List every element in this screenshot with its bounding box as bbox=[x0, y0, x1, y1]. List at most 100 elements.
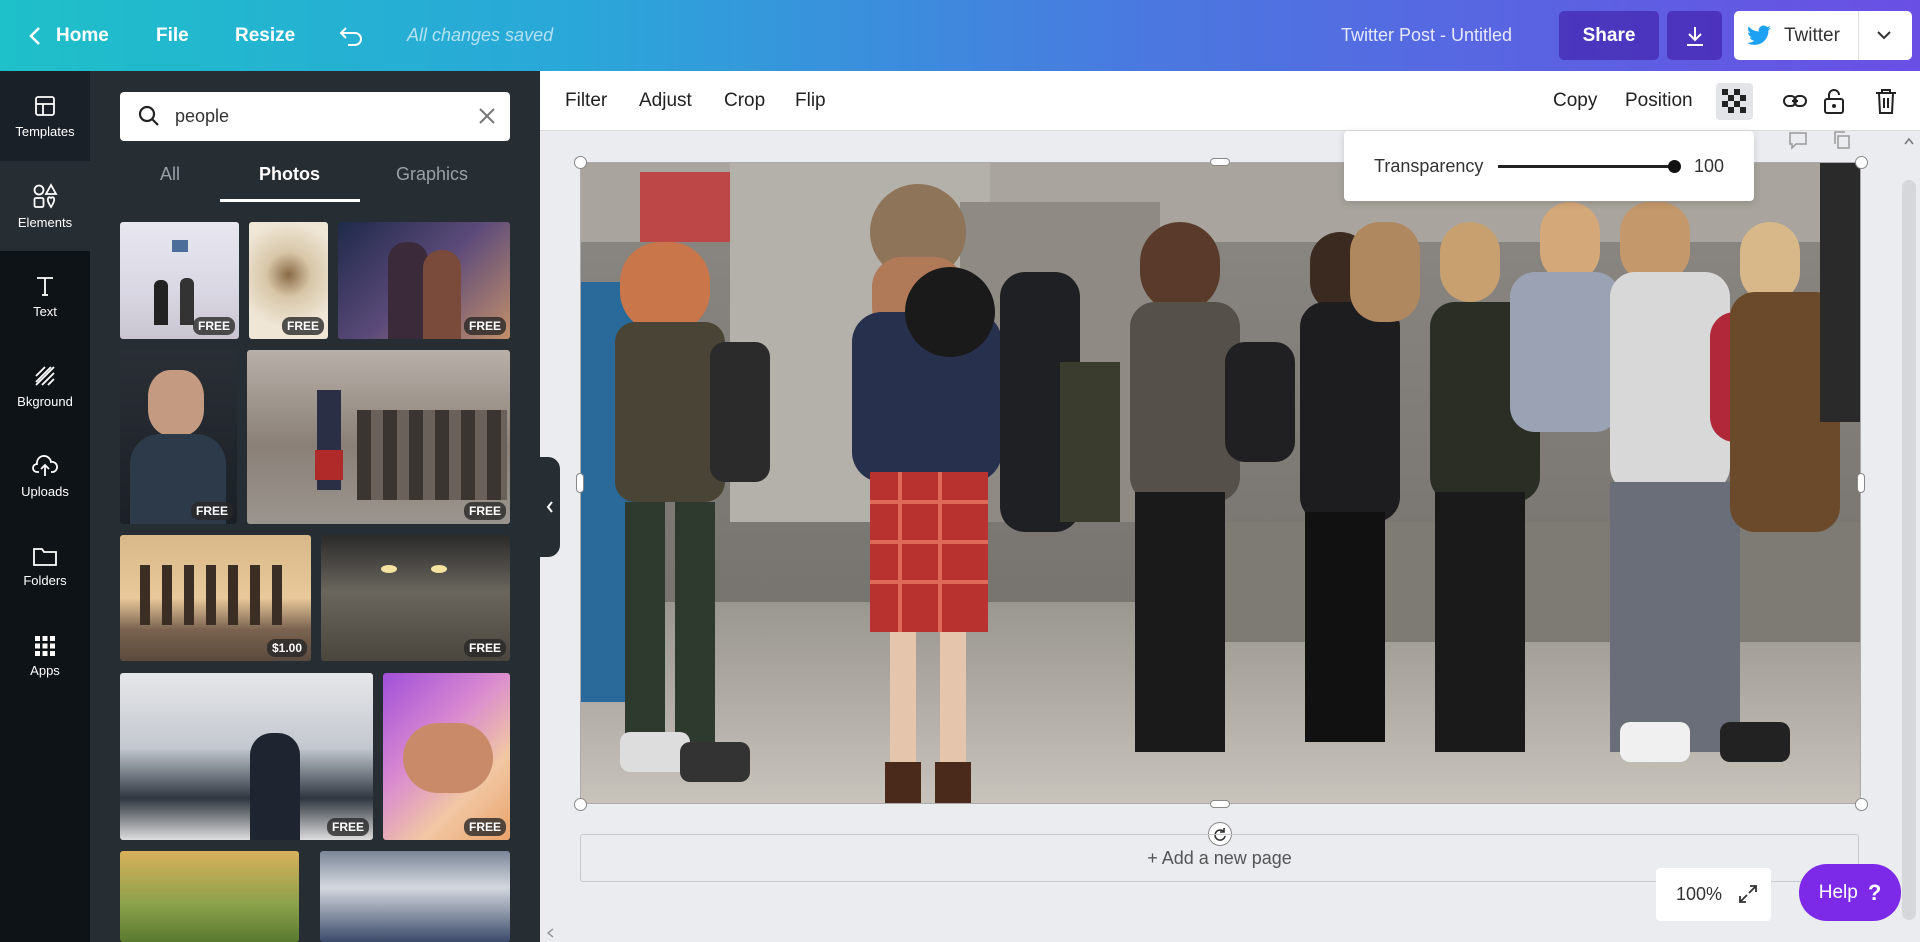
resize-handle-tr[interactable] bbox=[1855, 156, 1868, 169]
download-icon bbox=[1686, 26, 1703, 46]
file-menu[interactable]: File bbox=[156, 0, 189, 71]
duplicate-page-icon[interactable] bbox=[1832, 130, 1852, 150]
top-bar: Home File Resize All changes saved Twitt… bbox=[0, 0, 1920, 71]
price-badge: FREE bbox=[463, 317, 506, 335]
scroll-up-arrow-icon[interactable] bbox=[1904, 137, 1914, 145]
kilt-shape bbox=[315, 450, 343, 480]
copy-button[interactable]: Copy bbox=[1553, 71, 1597, 131]
home-button[interactable]: Home bbox=[28, 0, 109, 71]
help-button[interactable]: Help ? bbox=[1799, 864, 1901, 921]
person-silhouette bbox=[423, 250, 461, 339]
home-label: Home bbox=[56, 24, 109, 46]
photo-thumbnail[interactable]: FREE bbox=[321, 535, 510, 661]
resize-handle-top[interactable] bbox=[1210, 158, 1230, 166]
tab-photos[interactable]: Photos bbox=[259, 164, 320, 185]
person-silhouette bbox=[180, 278, 194, 325]
filter-button[interactable]: Filter bbox=[565, 71, 607, 131]
photo-thumbnail[interactable]: FREE bbox=[383, 673, 510, 840]
transparency-slider-handle[interactable] bbox=[1668, 160, 1681, 173]
apps-icon bbox=[35, 635, 55, 656]
nav-folders[interactable]: Folders bbox=[0, 521, 90, 611]
price-badge: $1.00 bbox=[266, 639, 307, 657]
search-input[interactable]: people bbox=[175, 106, 229, 127]
photo-thumbnail[interactable]: FREE bbox=[338, 222, 510, 339]
elements-icon bbox=[33, 182, 58, 209]
image-toolbar: Filter Adjust Crop Flip Copy Position bbox=[540, 71, 1920, 131]
folder-icon bbox=[33, 547, 57, 566]
download-button[interactable] bbox=[1667, 11, 1722, 60]
clear-search-icon[interactable] bbox=[477, 106, 497, 126]
fullscreen-icon[interactable] bbox=[1737, 883, 1759, 905]
upload-icon bbox=[32, 454, 58, 476]
help-question-icon: ? bbox=[1867, 879, 1882, 905]
nav-uploads[interactable]: Uploads bbox=[0, 431, 90, 521]
nav-elements-label: Elements bbox=[17, 214, 73, 230]
resize-handle-tl[interactable] bbox=[574, 156, 587, 169]
window-shape bbox=[172, 240, 188, 252]
tab-all[interactable]: All bbox=[160, 164, 180, 185]
flip-button[interactable]: Flip bbox=[795, 71, 826, 131]
person-silhouette bbox=[154, 280, 168, 325]
price-badge: FREE bbox=[190, 502, 233, 520]
undo-button[interactable] bbox=[338, 0, 364, 71]
light-spot bbox=[381, 565, 397, 573]
tab-graphics[interactable]: Graphics bbox=[396, 164, 468, 185]
face-shape bbox=[148, 370, 204, 436]
transparency-button[interactable] bbox=[1716, 83, 1753, 120]
chevron-left-icon bbox=[29, 26, 40, 45]
price-badge: FREE bbox=[326, 818, 369, 836]
nav-templates[interactable]: Templates bbox=[0, 71, 90, 161]
resize-handle-br[interactable] bbox=[1855, 798, 1868, 811]
photo-thumbnail[interactable]: FREE bbox=[247, 350, 510, 524]
photo-thumbnail[interactable]: $1.00 bbox=[120, 535, 311, 661]
collapse-panel-button[interactable] bbox=[540, 457, 560, 557]
share-button[interactable]: Share bbox=[1559, 11, 1659, 60]
resize-handle-left[interactable] bbox=[576, 473, 584, 493]
resize-handle-right[interactable] bbox=[1857, 473, 1865, 493]
price-badge: FREE bbox=[281, 317, 324, 335]
photo-thumbnail[interactable] bbox=[320, 851, 510, 942]
price-badge: FREE bbox=[192, 317, 235, 335]
position-button[interactable]: Position bbox=[1625, 71, 1693, 131]
templates-icon bbox=[35, 95, 55, 116]
link-icon[interactable] bbox=[1782, 88, 1808, 114]
transparency-value: 100 bbox=[1694, 156, 1725, 176]
comment-icon[interactable] bbox=[1788, 130, 1808, 150]
photo-thumbnail[interactable]: FREE bbox=[120, 222, 239, 339]
transparency-icon bbox=[1722, 89, 1746, 113]
price-badge: FREE bbox=[463, 502, 506, 520]
price-badge: FREE bbox=[463, 818, 506, 836]
resize-button[interactable]: Resize bbox=[235, 0, 295, 71]
nav-background-label: Bkground bbox=[17, 393, 73, 409]
document-title[interactable]: Twitter Post - Untitled bbox=[1341, 0, 1512, 71]
elements-panel: people All Photos Graphics FREE FREE FRE… bbox=[90, 71, 540, 942]
lock-icon[interactable] bbox=[1822, 87, 1846, 115]
zoom-control[interactable]: 100% bbox=[1656, 868, 1771, 921]
resize-handle-bottom[interactable] bbox=[1210, 800, 1230, 808]
nav-apps[interactable]: Apps bbox=[0, 611, 90, 701]
transparency-popover: Transparency 100 bbox=[1344, 131, 1754, 201]
adjust-button[interactable]: Adjust bbox=[639, 71, 692, 131]
vertical-scrollbar[interactable] bbox=[1902, 180, 1916, 920]
resize-handle-bl[interactable] bbox=[574, 798, 587, 811]
photo-thumbnail[interactable]: FREE bbox=[249, 222, 328, 339]
jumping-people bbox=[140, 565, 290, 625]
crop-button[interactable]: Crop bbox=[724, 71, 765, 131]
search-box[interactable]: people bbox=[120, 92, 510, 141]
photo-thumbnail[interactable]: FREE bbox=[120, 673, 373, 840]
transparency-label: Transparency bbox=[1374, 156, 1484, 176]
crowd-shape bbox=[357, 410, 507, 500]
person-silhouette bbox=[388, 242, 428, 339]
transparency-slider[interactable] bbox=[1498, 165, 1676, 168]
nav-elements[interactable]: Elements bbox=[0, 161, 90, 251]
chevron-down-icon[interactable] bbox=[1872, 23, 1896, 47]
nav-text-label: Text bbox=[33, 303, 57, 319]
twitter-publish-button[interactable]: Twitter bbox=[1734, 11, 1912, 60]
trash-icon[interactable] bbox=[1874, 87, 1898, 115]
chevron-left-icon bbox=[546, 501, 553, 513]
nav-text[interactable]: Text bbox=[0, 251, 90, 341]
nav-background[interactable]: Bkground bbox=[0, 341, 90, 431]
scroll-left-arrow-icon[interactable] bbox=[546, 928, 554, 938]
photo-thumbnail[interactable] bbox=[120, 851, 299, 942]
photo-thumbnail[interactable]: FREE bbox=[120, 350, 237, 524]
